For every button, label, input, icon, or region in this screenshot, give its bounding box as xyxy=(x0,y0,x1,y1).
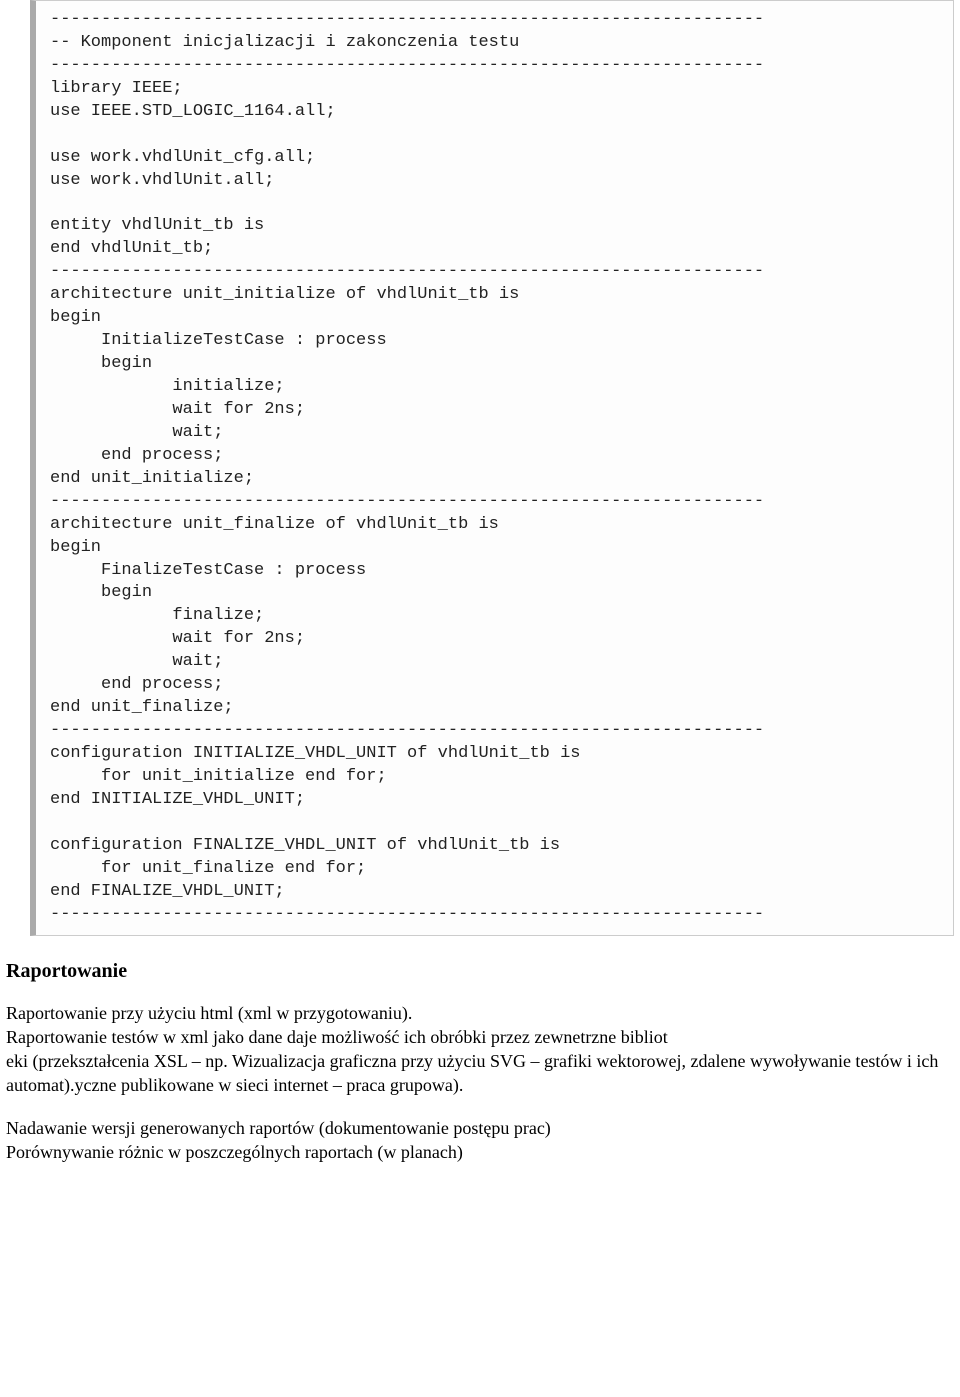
paragraph-2: Nadawanie wersji generowanych raportów (… xyxy=(6,1116,954,1165)
paragraph-1: Raportowanie przy użyciu html (xml w prz… xyxy=(6,1001,954,1098)
paragraph-1-line-2: Raportowanie testów w xml jako dane daje… xyxy=(6,1025,954,1049)
paragraph-1-line-3: eki (przekształcenia XSL – np. Wizualiza… xyxy=(6,1049,954,1098)
paragraph-2-line-2: Porównywanie różnic w poszczególnych rap… xyxy=(6,1140,954,1164)
paragraph-1-line-1: Raportowanie przy użyciu html (xml w prz… xyxy=(6,1001,954,1025)
section-heading-raportowanie: Raportowanie xyxy=(6,960,954,983)
paragraph-2-line-1: Nadawanie wersji generowanych raportów (… xyxy=(6,1116,954,1140)
vhdl-code-block: ----------------------------------------… xyxy=(30,0,954,936)
